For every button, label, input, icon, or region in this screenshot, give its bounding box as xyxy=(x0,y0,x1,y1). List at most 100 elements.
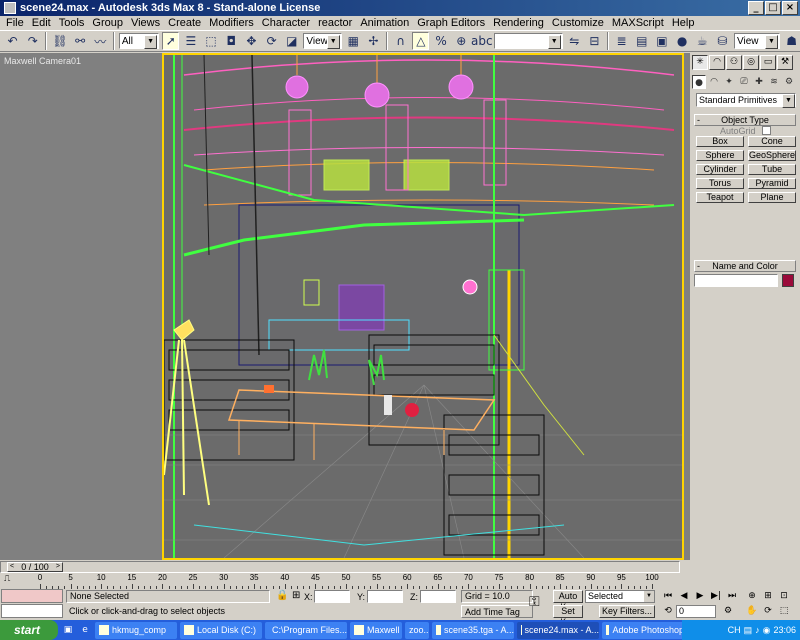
menu-maxscript[interactable]: MAXScript xyxy=(608,17,668,29)
task-photoshop[interactable]: Adobe Photoshop xyxy=(602,621,684,639)
task-maxwell[interactable]: Maxwell xyxy=(350,621,402,639)
name-and-color-rollout[interactable]: - Name and Color xyxy=(694,260,796,272)
bind-space-warp-icon[interactable]: 〰 xyxy=(92,32,109,50)
key-mode-dropdown[interactable]: Selected xyxy=(585,590,655,603)
maximize-viewport-icon[interactable]: ⬚ xyxy=(776,605,792,618)
goto-start-icon[interactable]: ⏮ xyxy=(660,590,676,603)
select-and-move-icon[interactable]: ✥ xyxy=(243,32,260,50)
set-key-icon[interactable]: ⚿ xyxy=(529,594,540,610)
camera-viewport[interactable] xyxy=(162,53,684,560)
geosphere-button[interactable]: GeoSphere xyxy=(748,150,796,161)
quicklaunch-browser-icon[interactable]: e xyxy=(78,623,92,637)
curve-editor-icon[interactable]: ▤ xyxy=(633,32,650,50)
previous-frame-icon[interactable]: ◀ xyxy=(676,590,692,603)
helpers-icon[interactable]: ✚ xyxy=(752,75,766,89)
tray-volume-icon[interactable]: ♪ xyxy=(755,625,760,635)
window-crossing-icon[interactable]: ◘ xyxy=(223,32,240,50)
selection-region-icon[interactable]: ⬚ xyxy=(203,32,220,50)
time-slider-thumb[interactable]: < 0 / 100 > xyxy=(7,562,63,572)
edit-named-selection-icon[interactable]: abc xyxy=(471,32,493,50)
play-icon[interactable]: ▶ xyxy=(692,590,708,603)
task-scene24-max[interactable]: scene24.max - A... xyxy=(517,621,599,639)
menu-reactor[interactable]: reactor xyxy=(314,17,356,29)
maxscript-listener-output[interactable] xyxy=(1,604,63,618)
time-config-icon[interactable]: ⚙ xyxy=(720,605,736,618)
utilities-tab-icon[interactable]: ⚒ xyxy=(777,55,793,70)
quicklaunch-desktop-icon[interactable]: ▣ xyxy=(61,623,75,637)
y-coordinate-field[interactable] xyxy=(367,590,403,603)
next-frame-icon[interactable]: ▶| xyxy=(708,590,724,603)
systems-icon[interactable]: ⚙ xyxy=(782,75,796,89)
pivot-center-icon[interactable]: ▦ xyxy=(345,32,362,50)
viewport-label[interactable]: Maxwell Camera01 xyxy=(4,56,81,66)
schematic-view-icon[interactable]: ▣ xyxy=(653,32,670,50)
input-language-indicator[interactable]: CH xyxy=(728,625,741,635)
zoom-icon[interactable]: ⊕ xyxy=(744,590,760,603)
mirror-icon[interactable]: ⇋ xyxy=(566,32,583,50)
menu-tools[interactable]: Tools xyxy=(55,17,89,29)
sphere-button[interactable]: Sphere xyxy=(696,150,744,161)
goto-end-icon[interactable]: ⏭ xyxy=(724,590,740,603)
curve-editor-mini-icon[interactable]: ⎍ xyxy=(4,574,16,586)
pyramid-button[interactable]: Pyramid xyxy=(748,178,796,189)
spinner-snap-icon[interactable]: ⊕ xyxy=(453,32,470,50)
task-program-files[interactable]: C:\Program Files... xyxy=(265,621,347,639)
current-frame-field[interactable]: 0 xyxy=(676,605,716,618)
modify-tab-icon[interactable]: ◠ xyxy=(709,55,725,70)
lights-icon[interactable]: ✦ xyxy=(722,75,736,89)
tube-button[interactable]: Tube xyxy=(748,164,796,175)
menu-modifiers[interactable]: Modifiers xyxy=(205,17,258,29)
torus-button[interactable]: Torus xyxy=(696,178,744,189)
orbit-icon[interactable]: ⟳ xyxy=(760,605,776,618)
object-type-rollout[interactable]: - Object Type xyxy=(694,114,796,126)
geometry-icon[interactable]: ● xyxy=(692,75,706,89)
select-and-link-icon[interactable]: ⛓ xyxy=(51,32,68,50)
menu-help[interactable]: Help xyxy=(668,17,699,29)
x-coordinate-field[interactable] xyxy=(314,590,350,603)
next-frame-icon[interactable]: > xyxy=(56,563,60,571)
angle-snap-icon[interactable]: △ xyxy=(412,32,430,50)
cameras-icon[interactable]: ⎚ xyxy=(737,75,751,89)
key-filters-button[interactable]: Key Filters... xyxy=(599,605,655,618)
box-button[interactable]: Box xyxy=(696,136,744,147)
autogrid-checkbox[interactable] xyxy=(761,126,771,135)
menu-file[interactable]: File xyxy=(2,17,28,29)
absolute-mode-icon[interactable]: ⊞ xyxy=(292,590,300,601)
menu-edit[interactable]: Edit xyxy=(28,17,55,29)
minimize-button[interactable]: _ xyxy=(748,1,764,15)
hierarchy-tab-icon[interactable]: ⚇ xyxy=(726,55,742,70)
selection-lock-icon[interactable]: 🔒 xyxy=(276,590,288,601)
start-button[interactable]: start xyxy=(0,620,58,640)
zoom-all-icon[interactable]: ⊞ xyxy=(760,590,776,603)
tray-security-icon[interactable]: ◉ xyxy=(763,625,771,636)
render-scene-icon[interactable]: ☕ xyxy=(694,32,711,50)
select-and-scale-icon[interactable]: ◪ xyxy=(283,32,300,50)
percent-snap-icon[interactable]: % xyxy=(432,32,449,50)
maximize-button[interactable]: □ xyxy=(765,1,781,15)
task-hkmug[interactable]: hkmug_comp xyxy=(95,621,177,639)
menu-animation[interactable]: Animation xyxy=(356,17,413,29)
z-coordinate-field[interactable] xyxy=(420,590,456,603)
redo-icon[interactable]: ↷ xyxy=(24,32,41,50)
primitive-category-dropdown[interactable]: Standard Primitives xyxy=(696,93,796,108)
shapes-icon[interactable]: ◠ xyxy=(707,75,721,89)
render-last-icon[interactable]: ☗ xyxy=(783,32,800,50)
select-and-rotate-icon[interactable]: ⟳ xyxy=(263,32,280,50)
display-tab-icon[interactable]: ▭ xyxy=(760,55,776,70)
menu-graph-editors[interactable]: Graph Editors xyxy=(413,17,489,29)
menu-views[interactable]: Views xyxy=(127,17,164,29)
key-mode-toggle-icon[interactable]: ⟲ xyxy=(660,605,676,618)
time-slider[interactable]: < 0 / 100 > xyxy=(0,561,680,573)
align-icon[interactable]: ⊟ xyxy=(586,32,603,50)
space-warps-icon[interactable]: ≋ xyxy=(767,75,781,89)
select-object-icon[interactable]: ➚ xyxy=(162,32,180,50)
select-and-manipulate-icon[interactable]: ✢ xyxy=(365,32,382,50)
menu-rendering[interactable]: Rendering xyxy=(489,17,548,29)
object-color-swatch[interactable] xyxy=(782,274,794,287)
add-time-tag-button[interactable]: Add Time Tag xyxy=(461,605,533,618)
snaps-toggle-icon[interactable]: ∩ xyxy=(392,32,409,50)
menu-group[interactable]: Group xyxy=(88,17,127,29)
teapot-button[interactable]: Teapot xyxy=(696,192,744,203)
maxscript-listener-macro[interactable] xyxy=(1,589,63,603)
tray-network-icon[interactable]: ▤ xyxy=(744,625,753,636)
